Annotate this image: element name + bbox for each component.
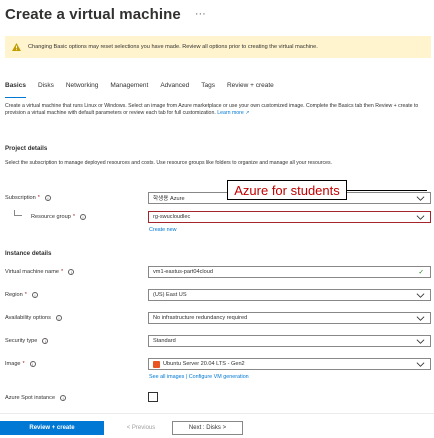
next-disks-button[interactable]: Next : Disks > <box>172 421 243 435</box>
tab-basics[interactable]: Basics <box>5 82 26 98</box>
annotation-box: Azure for students <box>227 180 347 200</box>
info-icon[interactable]: i <box>29 361 36 367</box>
instance-details-heading: Instance details <box>5 250 52 257</box>
spot-instance-label: Azure Spot instance i <box>5 392 67 404</box>
warning-text: Changing Basic options may reset selecti… <box>28 44 318 50</box>
intro-text: Create a virtual machine that runs Linux… <box>5 103 429 118</box>
chevron-down-icon <box>416 293 425 298</box>
region-value: (US) East US <box>153 292 187 298</box>
resource-group-select[interactable]: rg-swucloudlec <box>148 211 431 223</box>
previous-button[interactable]: < Previous <box>119 421 163 435</box>
subscription-value: 학생용 Azure <box>153 196 185 202</box>
region-label: Region * i <box>5 289 38 301</box>
vm-name-label-text: Virtual machine name <box>5 269 59 275</box>
info-icon[interactable]: i <box>55 315 62 321</box>
tab-disks[interactable]: Disks <box>38 82 54 98</box>
warning-icon <box>12 43 21 51</box>
intro-description: Create a virtual machine that runs Linux… <box>5 103 419 117</box>
tab-review-create[interactable]: Review + create <box>227 82 274 98</box>
ubuntu-icon <box>153 360 160 368</box>
availability-select[interactable]: No infrastructure redundancy required <box>148 312 431 324</box>
resource-group-label-text: Resource group <box>31 214 71 220</box>
availability-label-text: Availability options <box>5 315 51 321</box>
review-create-button[interactable]: Review + create <box>0 421 104 435</box>
image-value: Ubuntu Server 20.04 LTS - Gen2 <box>163 361 245 367</box>
required-marker: * <box>72 214 75 220</box>
info-icon[interactable]: i <box>31 292 38 298</box>
vm-name-label: Virtual machine name * i <box>5 266 75 278</box>
image-select[interactable]: Ubuntu Server 20.04 LTS - Gen2 <box>148 358 431 370</box>
footer-divider <box>0 413 434 414</box>
more-options-icon[interactable]: ··· <box>195 8 206 20</box>
security-type-label: Security type i <box>5 335 49 347</box>
security-type-select[interactable]: Standard <box>148 335 431 347</box>
required-marker: * <box>37 195 40 201</box>
availability-value: No infrastructure redundancy required <box>153 315 248 321</box>
tab-advanced[interactable]: Advanced <box>160 82 189 98</box>
resource-group-value: rg-swucloudlec <box>153 214 191 220</box>
chevron-down-icon <box>416 316 425 321</box>
vm-name-input[interactable]: vm1-eastus-part04cloud ✓ <box>148 266 431 278</box>
checkmark-icon: ✓ <box>418 269 424 276</box>
availability-label: Availability options i <box>5 312 62 324</box>
project-details-description: Select the subscription to manage deploy… <box>5 160 332 166</box>
info-icon[interactable]: i <box>44 195 51 201</box>
chevron-down-icon <box>416 339 425 344</box>
learn-more-link[interactable]: Learn more ↗ <box>217 110 249 116</box>
security-type-label-text: Security type <box>5 338 38 344</box>
chevron-down-icon <box>416 362 425 367</box>
tree-connector <box>14 210 22 216</box>
subscription-label: Subscription * i <box>5 192 51 204</box>
region-select[interactable]: (US) East US <box>148 289 431 301</box>
info-icon[interactable]: i <box>60 395 67 401</box>
tab-management[interactable]: Management <box>110 82 148 98</box>
subscription-label-text: Subscription <box>5 195 36 201</box>
chevron-down-icon <box>416 215 425 220</box>
region-label-text: Region <box>5 292 23 298</box>
warning-banner: Changing Basic options may reset selecti… <box>5 36 431 58</box>
chevron-down-icon <box>416 196 425 201</box>
tab-networking[interactable]: Networking <box>66 82 99 98</box>
resource-group-label: Resource group * i <box>31 211 86 223</box>
spot-instance-label-text: Azure Spot instance <box>5 395 56 401</box>
image-label: Image * i <box>5 358 36 370</box>
project-details-heading: Project details <box>5 145 48 152</box>
security-type-value: Standard <box>153 338 176 344</box>
info-icon[interactable]: i <box>80 214 86 220</box>
info-icon[interactable]: i <box>42 338 49 344</box>
annotation-line <box>347 190 427 191</box>
required-marker: * <box>24 292 27 298</box>
spot-instance-checkbox[interactable] <box>148 392 158 402</box>
tab-tags[interactable]: Tags <box>201 82 215 98</box>
tab-bar: Basics Disks Networking Management Advan… <box>5 82 286 98</box>
required-marker: * <box>22 361 25 367</box>
image-links[interactable]: See all images | Configure VM generation <box>149 374 249 380</box>
image-label-text: Image <box>5 361 21 367</box>
create-new-link[interactable]: Create new <box>149 227 177 233</box>
page-title: Create a virtual machine <box>5 5 181 23</box>
vm-name-value: vm1-eastus-part04cloud <box>153 269 214 275</box>
required-marker: * <box>61 269 64 275</box>
info-icon[interactable]: i <box>68 269 75 275</box>
title-row: Create a virtual machine ··· <box>5 2 206 26</box>
